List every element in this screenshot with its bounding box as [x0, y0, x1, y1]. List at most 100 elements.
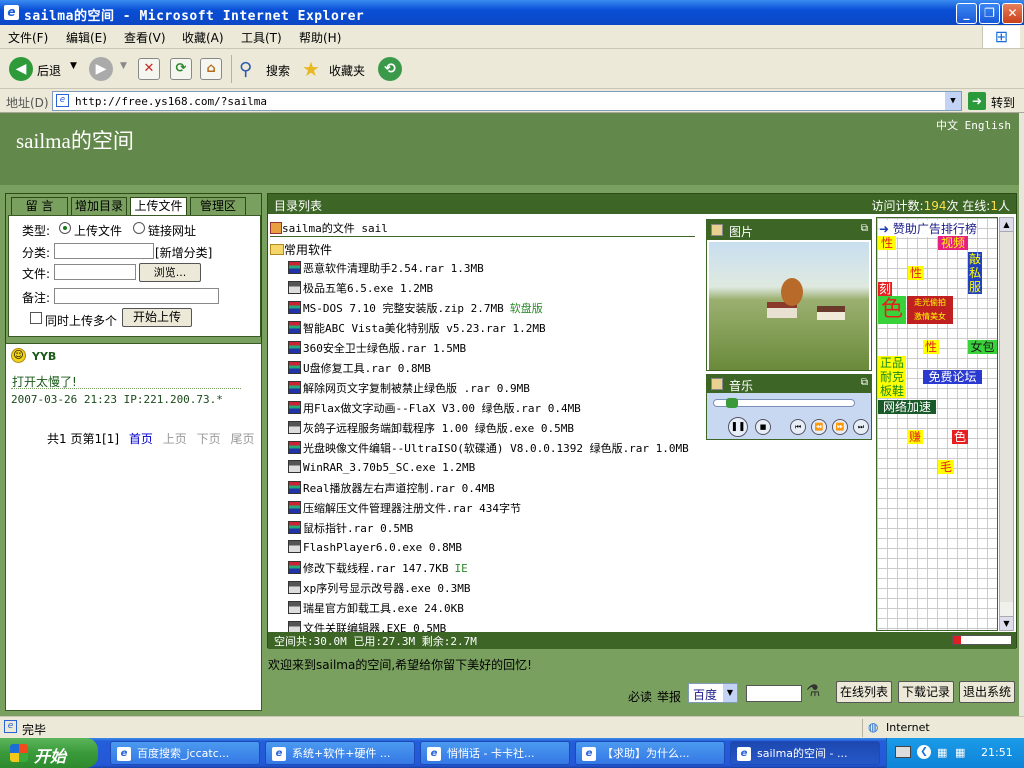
clock[interactable]: 21:51 — [981, 746, 1013, 759]
file-row[interactable]: U盘修复工具.rar 0.8MB — [288, 360, 431, 380]
file-name[interactable]: 灰鸽子远程服务端卸载程序 1.00 绿色版.exe 0.5MB — [303, 422, 574, 435]
root-dir[interactable]: sailma的文件 sail — [270, 220, 695, 237]
fast-forward-icon[interactable]: ⏩ — [832, 419, 848, 435]
tab-admin[interactable]: 管理区 — [190, 197, 246, 215]
radio-upload-label[interactable]: 上传文件 — [74, 222, 122, 239]
menu-help[interactable]: 帮助(H) — [299, 29, 341, 46]
exit-system-button[interactable]: 退出系统 — [959, 681, 1015, 703]
ad-item[interactable]: 性 — [908, 266, 924, 280]
stop-icon[interactable]: ✕ — [138, 58, 160, 80]
search-input[interactable] — [746, 685, 802, 702]
favorites-label[interactable]: 收藏夹 — [329, 62, 365, 79]
ad-item[interactable]: 网络加速 — [878, 400, 936, 414]
task-1[interactable]: e 百度搜索_jccatc... — [110, 741, 260, 765]
scroll-down-icon[interactable]: ▼ — [1000, 616, 1013, 630]
keyboard-icon[interactable] — [895, 746, 911, 758]
file-row[interactable]: 360安全卫士绿色版.rar 1.5MB — [288, 340, 466, 360]
back-label[interactable]: 后退 — [37, 62, 61, 79]
folder-row[interactable]: 常用软件 — [270, 241, 332, 258]
ad-item[interactable]: 性 — [878, 236, 896, 250]
network-icon[interactable]: ▦ — [937, 746, 947, 759]
file-row[interactable]: MS-DOS 7.10 完整安装版.zip 2.7MB 软盘版 — [288, 300, 543, 320]
search-engine-select[interactable]: 百度 ▼ — [688, 683, 738, 703]
pager-last[interactable]: 尾页 — [230, 432, 254, 446]
ad-item[interactable]: 赚 — [907, 430, 923, 444]
file-name[interactable]: U盘修复工具.rar 0.8MB — [303, 362, 431, 375]
file-name[interactable]: 恶意软件清理助手2.54.rar 1.3MB — [303, 262, 484, 275]
ad-item[interactable]: 色 — [952, 430, 968, 444]
file-row[interactable]: 用Flax做文字动画--FlaX V3.00 绿色版.rar 0.4MB — [288, 400, 581, 420]
menu-edit[interactable]: 编辑(E) — [66, 29, 107, 46]
file-name[interactable]: xp序列号显示改号器.exe 0.3MB — [303, 582, 470, 595]
rewind-icon[interactable]: ⏪ — [811, 419, 827, 435]
ad-item[interactable]: 服 — [968, 280, 982, 294]
close-button[interactable]: ✕ — [1002, 3, 1023, 24]
forward-arrow-icon[interactable]: ▶ — [89, 57, 113, 81]
file-name[interactable]: 压缩解压文件管理器注册文件.rar 434字节 — [303, 502, 521, 515]
file-name[interactable]: MS-DOS 7.10 完整安装版.zip 2.7MB — [303, 302, 504, 315]
file-name[interactable]: 用Flax做文字动画--FlaX V3.00 绿色版.rar 0.4MB — [303, 402, 581, 415]
browse-button[interactable]: 浏览... — [139, 263, 201, 282]
multi-upload-label[interactable]: 同时上传多个 — [45, 312, 117, 329]
ad-item[interactable]: 耐克 — [878, 370, 906, 384]
network2-icon[interactable]: ▦ — [955, 746, 965, 759]
task-5[interactable]: e sailma的空间 - ... — [730, 741, 880, 765]
ads-title[interactable]: ➜ 赞助广告排行榜 — [879, 220, 977, 237]
search-label[interactable]: 搜索 — [266, 62, 290, 79]
file-row[interactable]: 瑞星官方卸载工具.exe 24.0KB — [288, 600, 464, 620]
maximize-button[interactable]: ❐ — [979, 3, 1000, 24]
music-progress[interactable] — [713, 398, 855, 408]
file-name[interactable]: 解除网页文字复制被禁止绿色版 .rar 0.9MB — [303, 382, 530, 395]
file-name[interactable]: 光盘映像文件编辑--UltraISO(软碟通) V8.0.0.1392 绿色版.… — [303, 442, 689, 455]
file-row[interactable]: FlashPlayer6.0.exe 0.8MB — [288, 540, 462, 560]
task-3[interactable]: e 悄悄话 - 卡卡社... — [420, 741, 570, 765]
popout-icon[interactable]: ⧉ — [861, 223, 868, 234]
pager-next[interactable]: 下页 — [197, 432, 221, 446]
file-row[interactable]: 解除网页文字复制被禁止绿色版 .rar 0.9MB — [288, 380, 530, 400]
favorites-star-icon[interactable]: ★ — [302, 57, 320, 81]
file-row[interactable]: 智能ABC Vista美化特别版 v5.23.rar 1.2MB — [288, 320, 546, 340]
pause-icon[interactable]: ❚❚ — [728, 417, 748, 437]
ad-item[interactable]: 板鞋 — [878, 384, 906, 398]
radio-link[interactable] — [133, 222, 145, 234]
file-name[interactable]: 鼠标指针.rar 0.5MB — [303, 522, 413, 535]
go-button[interactable]: 转到 — [991, 94, 1015, 111]
menu-favorites[interactable]: 收藏(A) — [182, 29, 224, 46]
file-row[interactable]: 压缩解压文件管理器注册文件.rar 434字节 — [288, 500, 521, 520]
file-row[interactable]: 光盘映像文件编辑--UltraISO(软碟通) V8.0.0.1392 绿色版.… — [288, 440, 689, 460]
ad-item[interactable]: 正品 — [878, 356, 906, 370]
file-row[interactable]: 极品五笔6.5.exe 1.2MB — [288, 280, 433, 300]
menu-file[interactable]: 文件(F) — [8, 29, 48, 46]
address-dropdown-icon[interactable]: ▼ — [945, 92, 961, 110]
file-name[interactable]: Real播放器左右声道控制.rar 0.4MB — [303, 482, 495, 495]
language-switch[interactable]: 中文 English — [936, 117, 1011, 133]
radio-upload[interactable] — [59, 222, 71, 234]
home-icon[interactable]: ⌂ — [200, 58, 222, 80]
ad-item[interactable]: 女包 — [968, 340, 997, 354]
tab-upload[interactable]: 上传文件 — [130, 197, 187, 216]
file-name[interactable]: 极品五笔6.5.exe 1.2MB — [303, 282, 433, 295]
scroll-thumb[interactable] — [1000, 232, 1013, 602]
task-4[interactable]: e 【求助】为什么... — [575, 741, 725, 765]
stop-icon[interactable]: ■ — [755, 419, 771, 435]
online-list-button[interactable]: 在线列表 — [836, 681, 892, 703]
ad-item[interactable]: 色 — [878, 296, 906, 324]
start-upload-button[interactable]: 开始上传 — [122, 308, 192, 327]
menu-tools[interactable]: 工具(T) — [241, 29, 282, 46]
file-input[interactable] — [54, 264, 136, 280]
file-name[interactable]: 瑞星官方卸载工具.exe 24.0KB — [303, 602, 464, 615]
menu-view[interactable]: 查看(V) — [124, 29, 166, 46]
file-row[interactable]: 文件关联编辑器.EXE 0.5MB — [288, 620, 446, 632]
radio-link-label[interactable]: 链接网址 — [148, 222, 196, 239]
report-link[interactable]: 举报 — [657, 688, 681, 705]
ad-item[interactable]: 激情美女 — [907, 310, 953, 324]
file-name[interactable]: FlashPlayer6.0.exe 0.8MB — [303, 541, 462, 554]
ads-scrollbar[interactable]: ▲ ▼ — [999, 217, 1014, 631]
file-row[interactable]: xp序列号显示改号器.exe 0.3MB — [288, 580, 470, 600]
category-input[interactable] — [54, 243, 154, 259]
tray-arrow-icon[interactable]: ❮ — [917, 745, 931, 759]
file-name[interactable]: 360安全卫士绿色版.rar 1.5MB — [303, 342, 466, 355]
next-icon[interactable]: ⏭ — [853, 419, 869, 435]
popout-icon[interactable]: ⧉ — [861, 377, 868, 388]
file-name[interactable]: WinRAR_3.70b5_SC.exe 1.2MB — [303, 461, 475, 474]
